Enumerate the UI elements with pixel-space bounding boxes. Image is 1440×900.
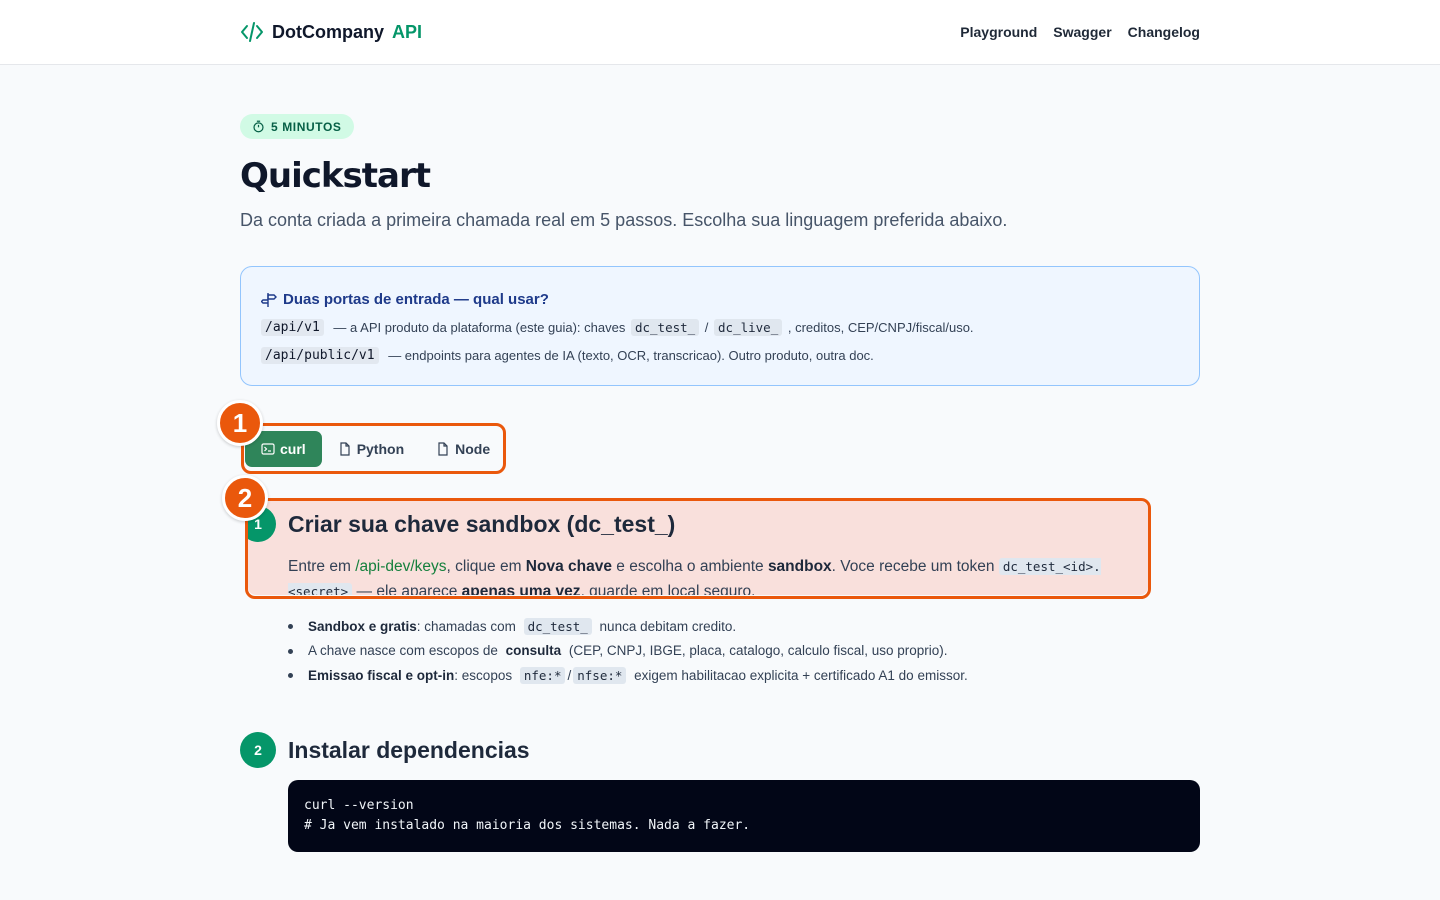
bullet-code: nfse:* bbox=[573, 666, 627, 684]
tab-python[interactable]: Python bbox=[322, 431, 420, 467]
api-public-path: /api/public/v1 bbox=[261, 347, 379, 364]
desc-text: . Voce recebe um token bbox=[831, 558, 999, 575]
once-bold: apenas uma vez bbox=[461, 583, 581, 595]
key-prefix-live: dc_live_ bbox=[714, 319, 783, 336]
language-tabs: curl Python Node bbox=[245, 431, 506, 467]
list-item: Emissao fiscal e opt-in: escopos nfe:* / n… bbox=[288, 663, 968, 688]
install-code-block[interactable]: curl --version # Ja vem instalado na mai… bbox=[288, 780, 1200, 852]
key-prefix-test: dc_test_ bbox=[630, 319, 700, 336]
timer-icon bbox=[253, 120, 264, 133]
desc-text: Entre em bbox=[288, 558, 356, 575]
annotation-marker-1: 1 bbox=[217, 400, 263, 446]
callout-line1-sep: / bbox=[701, 320, 713, 335]
logo[interactable]: DotCompany API bbox=[240, 20, 422, 44]
page-title: Quickstart bbox=[240, 156, 431, 196]
page-lead: Da conta criada a primeira chamada real … bbox=[240, 210, 1008, 230]
step-1-description: Entre em /api-dev/keys, clique em Nova c… bbox=[288, 554, 1148, 595]
badge-label: 5 MINUTOS bbox=[271, 119, 342, 134]
tab-python-label: Python bbox=[356, 441, 405, 457]
list-item: A chave nasce com escopos de consulta (C… bbox=[288, 639, 968, 664]
callout-line-v1: /api/v1 — a API produto da plataforma (e… bbox=[261, 319, 1179, 336]
bullet-text: : escopos bbox=[454, 667, 516, 683]
code-icon bbox=[241, 22, 263, 42]
tab-node[interactable]: Node bbox=[420, 431, 506, 467]
desc-text: , clique em bbox=[446, 558, 526, 575]
terminal-icon bbox=[261, 443, 275, 455]
bullet-text: (CEP, CNPJ, IBGE, placa, catalogo, calcu… bbox=[565, 643, 948, 659]
code-line: curl --version bbox=[304, 798, 414, 813]
bullet-bold: Emissao fiscal e opt-in bbox=[308, 667, 455, 683]
annotation-marker-2: 2 bbox=[222, 475, 268, 521]
nav-changelog[interactable]: Changelog bbox=[1128, 24, 1200, 40]
sandbox-bold: sandbox bbox=[767, 558, 832, 575]
step-1-section: 1 Criar sua chave sandbox (dc_test_) Ent… bbox=[248, 501, 1148, 595]
bullet-sep: / bbox=[567, 667, 572, 683]
step-2-number: 2 bbox=[240, 732, 276, 768]
desc-text: — ele aparece bbox=[352, 583, 462, 595]
step-1-bullets: Sandbox e gratis: chamadas com dc_test_ … bbox=[288, 614, 968, 688]
step-1-title: Criar sua chave sandbox (dc_test_) bbox=[288, 511, 676, 537]
callout-title: Duas portas de entrada — qual usar? bbox=[261, 291, 1179, 308]
tab-node-label: Node bbox=[455, 441, 491, 457]
bullet-text: : chamadas com bbox=[416, 618, 520, 634]
bullet-text: exigem habilitacao explicita + certifica… bbox=[630, 667, 968, 683]
bullet-code: dc_test_ bbox=[523, 617, 592, 635]
signpost-icon bbox=[261, 292, 277, 307]
callout-line1-text-b: , creditos, CEP/CNPJ/fiscal/uso. bbox=[784, 320, 974, 335]
callout-line2-text: — endpoints para agentes de IA (texto, O… bbox=[384, 348, 874, 363]
entry-points-callout: Duas portas de entrada — qual usar? /api… bbox=[240, 266, 1200, 386]
list-item: Sandbox e gratis: chamadas com dc_test_ … bbox=[288, 614, 968, 639]
logo-accent: API bbox=[392, 21, 423, 42]
desc-text: , guarde em local seguro. bbox=[580, 583, 756, 595]
logo-name: DotCompany bbox=[272, 21, 384, 42]
nav-swagger[interactable]: Swagger bbox=[1053, 24, 1111, 40]
top-nav: Playground Swagger Changelog bbox=[960, 24, 1200, 40]
code-line: # Ja vem instalado na maioria dos sistem… bbox=[304, 818, 751, 833]
api-dev-keys-link[interactable]: /api-dev/keys bbox=[355, 558, 446, 575]
bullet-code: nfe:* bbox=[519, 666, 566, 684]
file-icon bbox=[438, 442, 448, 456]
callout-title-text: Duas portas de entrada — qual usar? bbox=[283, 291, 549, 308]
bullet-bold: Sandbox e gratis bbox=[308, 618, 417, 634]
tab-curl-label: curl bbox=[280, 441, 306, 457]
step-2-title: Instalar dependencias bbox=[288, 737, 530, 763]
api-v1-path: /api/v1 bbox=[261, 319, 324, 336]
bullet-bold: consulta bbox=[505, 643, 562, 659]
nav-playground[interactable]: Playground bbox=[960, 24, 1037, 40]
desc-text: e escolha o ambiente bbox=[611, 558, 768, 575]
bullet-text: A chave nasce com escopos de bbox=[308, 643, 502, 659]
file-icon bbox=[340, 442, 350, 456]
top-header: DotCompany API Playground Swagger Change… bbox=[0, 0, 1440, 65]
bullet-text: nunca debitam credito. bbox=[595, 618, 737, 634]
nova-chave-bold: Nova chave bbox=[525, 558, 612, 575]
callout-line1-text-a: — a API produto da plataforma (este guia… bbox=[329, 320, 629, 335]
callout-line-public: /api/public/v1 — endpoints para agentes … bbox=[261, 347, 1179, 364]
time-badge: 5 MINUTOS bbox=[240, 114, 354, 139]
